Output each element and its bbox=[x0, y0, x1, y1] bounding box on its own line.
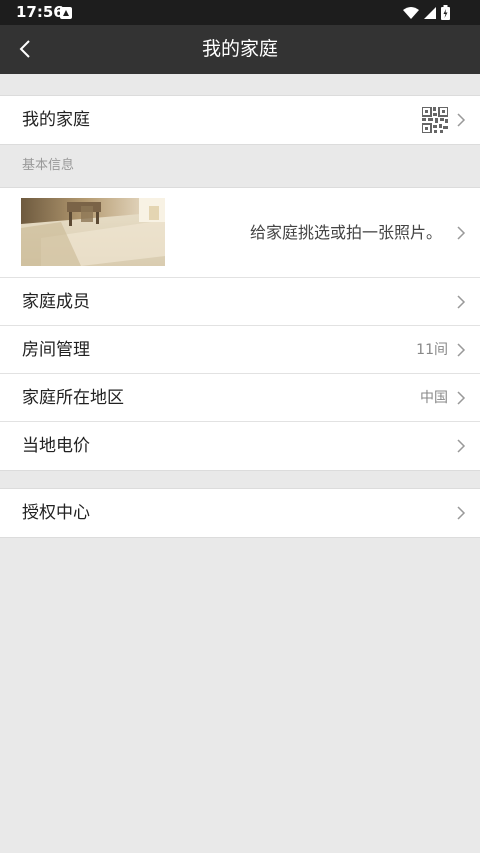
row-label: 家庭所在地区 bbox=[22, 388, 124, 408]
auth-center-label: 授权中心 bbox=[22, 503, 90, 523]
wifi-icon bbox=[403, 6, 419, 19]
photo-hint: 给家庭挑选或拍一张照片。 bbox=[249, 223, 442, 242]
family-photo-row[interactable]: 给家庭挑选或拍一张照片。 bbox=[0, 188, 480, 278]
back-arrow-icon bbox=[19, 40, 30, 58]
row-label: 当地电价 bbox=[22, 436, 90, 456]
chevron-right-icon bbox=[457, 113, 466, 127]
chevron-right-icon bbox=[457, 295, 466, 309]
my-family-row[interactable]: 我的家庭 bbox=[0, 96, 480, 144]
family-card: 我的家庭 bbox=[0, 95, 480, 145]
page-title: 我的家庭 bbox=[201, 38, 278, 60]
room-management-row[interactable]: 房间管理 11间 bbox=[0, 326, 480, 374]
section-header-basic-info: 基本信息 bbox=[0, 145, 480, 187]
battery-icon bbox=[441, 5, 450, 20]
back-button[interactable] bbox=[8, 32, 42, 66]
row-label: 房间管理 bbox=[22, 340, 90, 360]
signal-icon bbox=[424, 6, 436, 19]
family-photo[interactable] bbox=[21, 198, 165, 266]
room-count-value: 11间 bbox=[416, 342, 448, 358]
region-value: 中国 bbox=[420, 390, 448, 406]
status-icons bbox=[403, 5, 450, 20]
auth-center-row[interactable]: 授权中心 bbox=[0, 489, 480, 537]
auth-card: 授权中心 bbox=[0, 488, 480, 538]
status-time: 17:56 bbox=[16, 3, 64, 21]
section-title: 基本信息 bbox=[22, 158, 75, 173]
room-photo-image bbox=[21, 198, 165, 266]
electricity-price-row[interactable]: 当地电价 bbox=[0, 422, 480, 470]
status-bar: 17:56 bbox=[0, 0, 480, 25]
chevron-right-icon bbox=[457, 506, 466, 520]
chevron-right-icon bbox=[457, 439, 466, 453]
family-members-row[interactable]: 家庭成员 bbox=[0, 278, 480, 326]
my-family-label: 我的家庭 bbox=[22, 110, 90, 130]
basic-info-card: 给家庭挑选或拍一张照片。 家庭成员 房间管理 11间 家庭所在地区 中国 当地电… bbox=[0, 187, 480, 471]
row-label: 家庭成员 bbox=[22, 292, 90, 312]
chevron-right-icon bbox=[457, 391, 466, 405]
notification-a-icon bbox=[60, 7, 72, 19]
chevron-right-icon bbox=[457, 343, 466, 357]
chevron-right-icon bbox=[457, 226, 466, 240]
family-region-row[interactable]: 家庭所在地区 中国 bbox=[0, 374, 480, 422]
app-bar: 我的家庭 bbox=[0, 25, 480, 74]
qr-code-icon[interactable] bbox=[422, 107, 448, 133]
